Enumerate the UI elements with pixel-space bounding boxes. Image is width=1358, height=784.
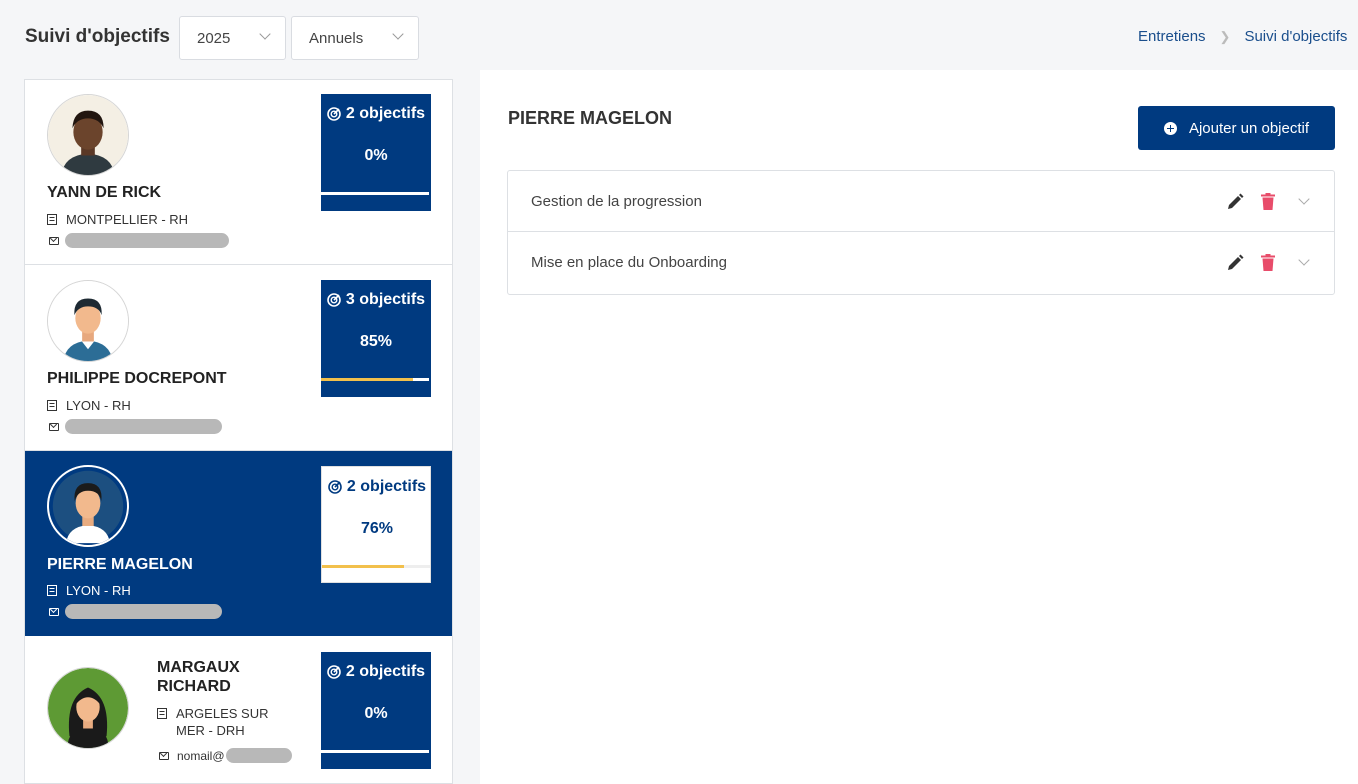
target-icon xyxy=(328,480,342,494)
employee-email xyxy=(49,604,222,619)
employee-location-text: LYON - RH xyxy=(66,583,131,598)
employee-card[interactable]: MARGAUX RICHARD ARGELES SUR MER - DRH no… xyxy=(25,637,452,783)
progress-bar xyxy=(321,750,429,753)
avatar xyxy=(47,667,129,749)
objectives-badge[interactable]: 2 objectifs 0% xyxy=(321,94,431,211)
employee-card[interactable]: YANN DE RICK MONTPELLIER - RH 2 objectif… xyxy=(25,80,452,265)
target-icon xyxy=(327,665,341,679)
trash-icon[interactable] xyxy=(1261,193,1275,210)
employee-name: YANN DE RICK xyxy=(47,184,162,201)
objectives-count-text: 2 objectifs xyxy=(345,105,426,122)
objectives-badge[interactable]: 2 objectifs 76% xyxy=(321,466,431,583)
objective-label: Gestion de la progression xyxy=(531,193,702,210)
employee-card-selected[interactable]: PIERRE MAGELON LYON - RH 2 objectifs 76% xyxy=(25,451,452,636)
avatar xyxy=(47,465,129,547)
trash-icon[interactable] xyxy=(1261,254,1275,271)
progress-fill xyxy=(322,565,405,568)
email-redaction xyxy=(65,419,222,434)
objective-row[interactable]: Gestion de la progression xyxy=(508,171,1334,232)
objectives-count: 2 objectifs xyxy=(321,105,431,123)
mail-icon xyxy=(49,236,59,245)
objectives-count: 2 objectifs xyxy=(321,663,431,681)
employee-card[interactable]: PHILIPPE DOCREPONT LYON - RH 3 objectifs… xyxy=(25,266,452,451)
year-select-value: 2025 xyxy=(197,29,231,47)
objective-list: Gestion de la progression Mise en place … xyxy=(507,170,1335,295)
progress-percent: 0% xyxy=(364,705,388,722)
chevron-right-icon: ❯ xyxy=(1219,28,1231,44)
mail-icon xyxy=(49,422,59,431)
progress-percent: 85% xyxy=(359,333,393,350)
progress-bar xyxy=(321,192,429,195)
building-icon xyxy=(47,400,57,411)
target-icon xyxy=(327,107,341,121)
pencil-icon[interactable] xyxy=(1226,193,1244,211)
progress-percent: 76% xyxy=(360,520,394,537)
progress-fill xyxy=(321,378,413,381)
objectives-count: 3 objectifs xyxy=(321,291,431,309)
employee-location: ARGELES SUR MER - DRH xyxy=(157,705,297,739)
objectives-count-text: 2 objectifs xyxy=(345,663,426,680)
chevron-down-icon xyxy=(392,28,404,40)
mail-icon xyxy=(159,751,169,760)
pencil-icon[interactable] xyxy=(1226,254,1244,272)
chevron-down-icon[interactable] xyxy=(1298,193,1310,205)
chevron-down-icon xyxy=(259,28,271,40)
objectives-count: 2 objectifs xyxy=(322,478,432,496)
email-redaction xyxy=(65,604,222,619)
employee-email xyxy=(49,233,229,248)
employee-location-text: MONTPELLIER - RH xyxy=(66,212,189,227)
employee-location-text: LYON - RH xyxy=(66,398,131,413)
top-bar: Suivi d'objectifs 2025 Annuels Entretien… xyxy=(0,0,1358,70)
objective-row[interactable]: Mise en place du Onboarding xyxy=(508,232,1334,294)
progress-percent: 0% xyxy=(364,147,388,164)
target-icon xyxy=(327,293,341,307)
employee-list: YANN DE RICK MONTPELLIER - RH 2 objectif… xyxy=(24,79,453,784)
plus-circle-icon xyxy=(1163,121,1177,135)
building-icon xyxy=(47,214,57,225)
breadcrumb: Entretiens ❯ Suivi d'objectifs xyxy=(1138,28,1347,45)
breadcrumb-item-entretiens[interactable]: Entretiens xyxy=(1138,28,1206,45)
employee-name: MARGAUX RICHARD xyxy=(157,659,240,695)
building-icon xyxy=(47,585,57,596)
email-redaction xyxy=(65,233,229,248)
period-select-value: Annuels xyxy=(309,29,364,47)
employee-name: PIERRE MAGELON xyxy=(47,556,193,573)
objectives-count-text: 2 objectifs xyxy=(346,478,427,495)
progress-bar xyxy=(321,378,429,381)
period-select[interactable]: Annuels xyxy=(291,16,419,60)
avatar xyxy=(47,94,129,176)
building-icon xyxy=(157,708,167,719)
employee-location: LYON - RH xyxy=(47,582,131,599)
employee-email xyxy=(49,419,222,434)
breadcrumb-item-suivi[interactable]: Suivi d'objectifs xyxy=(1244,28,1347,45)
employee-location-text: ARGELES SUR MER - DRH xyxy=(176,706,269,738)
add-objective-label: Ajouter un objectif xyxy=(1188,119,1310,137)
employee-email: nomail@ xyxy=(159,748,292,763)
mail-icon xyxy=(49,607,59,616)
objectives-panel: PIERRE MAGELON Ajouter un objectif Gesti… xyxy=(480,79,1358,784)
page-title: Suivi d'objectifs xyxy=(25,26,170,47)
objectives-badge[interactable]: 2 objectifs 0% xyxy=(321,652,431,769)
employee-location: LYON - RH xyxy=(47,397,131,414)
objectives-badge[interactable]: 3 objectifs 85% xyxy=(321,280,431,397)
objective-label: Mise en place du Onboarding xyxy=(531,254,727,271)
chevron-down-icon[interactable] xyxy=(1298,254,1310,266)
panel-title: PIERRE MAGELON xyxy=(508,108,673,128)
employee-name: PHILIPPE DOCREPONT xyxy=(47,370,227,387)
avatar xyxy=(47,280,129,362)
employee-email-text: nomail@ xyxy=(177,748,225,763)
email-redaction xyxy=(225,748,292,763)
objectives-count-text: 3 objectifs xyxy=(345,291,426,308)
add-objective-button[interactable]: Ajouter un objectif xyxy=(1138,106,1335,150)
year-select[interactable]: 2025 xyxy=(179,16,286,60)
employee-location: MONTPELLIER - RH xyxy=(47,211,188,228)
progress-bar xyxy=(322,565,430,568)
